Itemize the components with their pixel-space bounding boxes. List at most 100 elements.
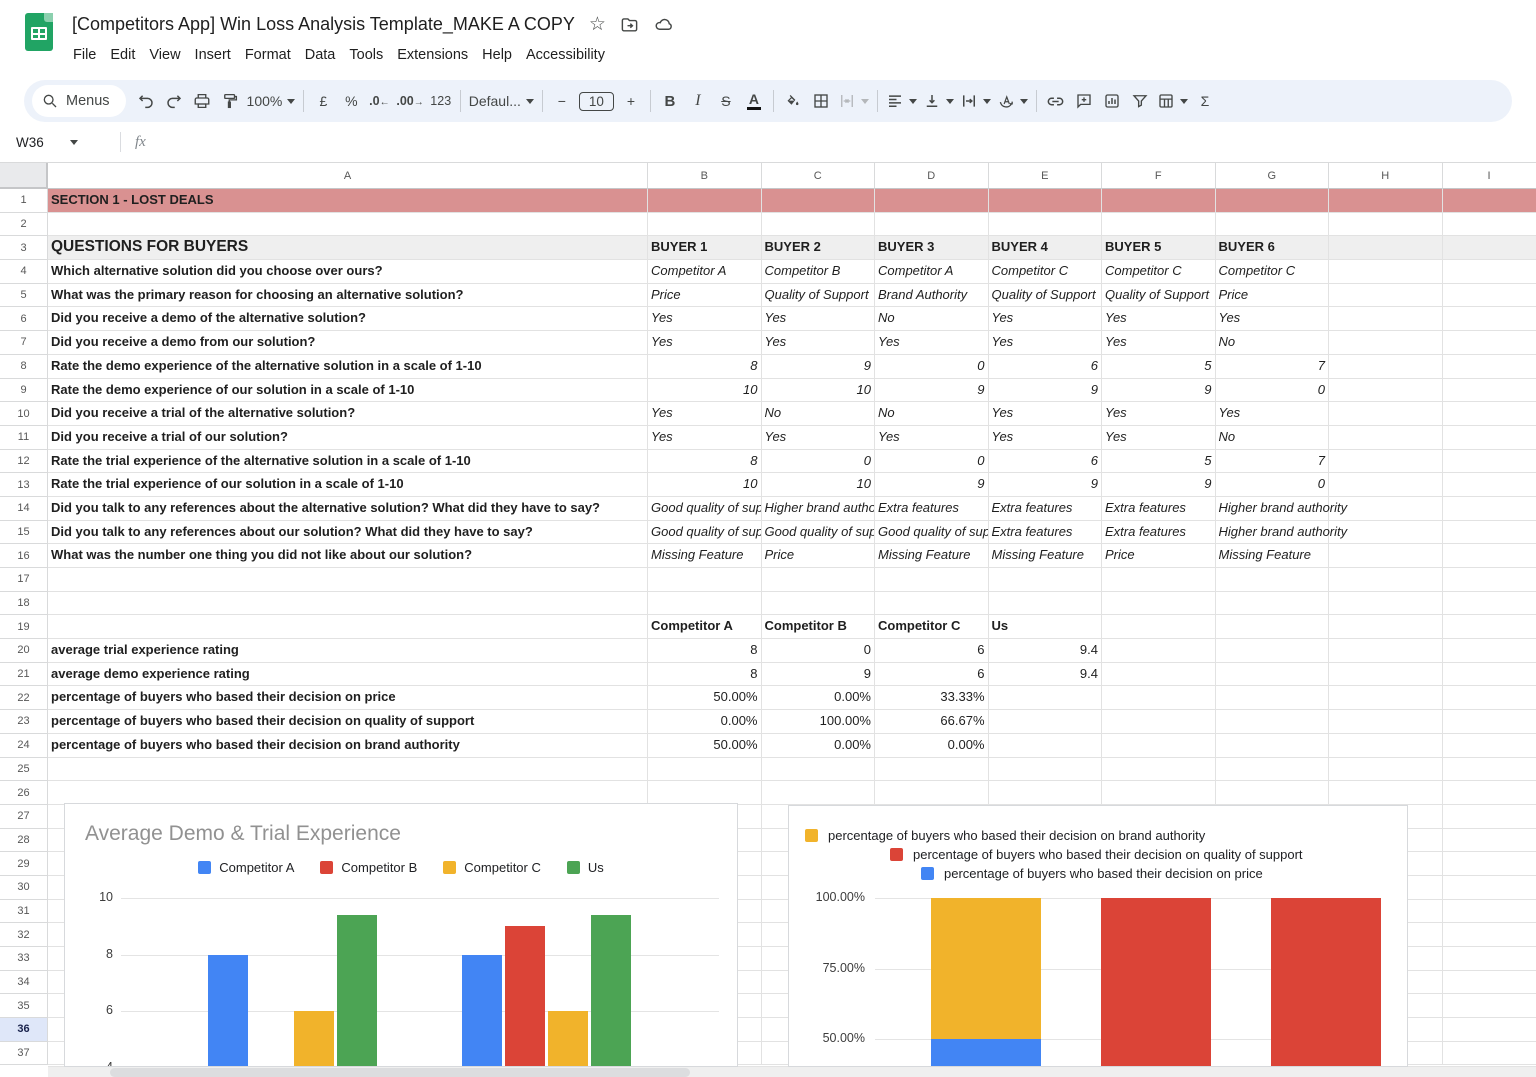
cell-E24[interactable] xyxy=(988,733,1102,758)
cell-C4[interactable]: Competitor B xyxy=(761,260,875,284)
cell-I14[interactable] xyxy=(1442,496,1536,521)
text-rotation-button[interactable] xyxy=(994,86,1031,116)
cell-F20[interactable] xyxy=(1102,639,1216,663)
cell-F5[interactable]: Quality of Support xyxy=(1102,283,1216,308)
cell-H9[interactable] xyxy=(1329,378,1443,403)
cell-C19[interactable]: Competitor B xyxy=(761,615,875,640)
cell-A23[interactable]: percentage of buyers who based their dec… xyxy=(48,710,648,734)
cell-E10[interactable]: Yes xyxy=(988,402,1102,426)
cell-A7[interactable]: Did you receive a demo from our solution… xyxy=(48,331,648,355)
cell-C7[interactable]: Yes xyxy=(761,331,875,355)
cell-F10[interactable]: Yes xyxy=(1102,402,1216,426)
cell-D19[interactable]: Competitor C xyxy=(875,615,989,640)
cell-C21[interactable]: 9 xyxy=(761,662,875,687)
italic-button[interactable]: I xyxy=(684,86,712,116)
row-header-29[interactable]: 29 xyxy=(0,852,48,876)
cell-I24[interactable] xyxy=(1442,733,1536,758)
cell-G4[interactable]: Competitor C xyxy=(1215,260,1329,284)
cell-E18[interactable] xyxy=(988,591,1102,616)
column-header-I[interactable]: I xyxy=(1442,163,1536,189)
cell-F9[interactable]: 9 xyxy=(1102,378,1216,403)
row-header-35[interactable]: 35 xyxy=(0,994,48,1019)
cell-C2[interactable] xyxy=(761,212,875,237)
cell-A26[interactable] xyxy=(48,781,648,805)
cell-G23[interactable] xyxy=(1215,710,1329,734)
cell-H6[interactable] xyxy=(1329,307,1443,332)
cell-I19[interactable] xyxy=(1442,615,1536,640)
cell-A9[interactable]: Rate the demo experience of our solution… xyxy=(48,378,648,403)
move-to-folder-icon[interactable] xyxy=(620,15,639,34)
cell-F13[interactable]: 9 xyxy=(1102,473,1216,497)
print-button[interactable] xyxy=(188,86,216,116)
cell-H5[interactable] xyxy=(1329,283,1443,308)
cell-I31[interactable] xyxy=(1442,899,1536,924)
cell-H19[interactable] xyxy=(1329,615,1443,640)
cell-E20[interactable]: 9.4 xyxy=(988,639,1102,663)
cell-B24[interactable]: 50.00% xyxy=(648,733,762,758)
cell-A14[interactable]: Did you talk to any references about the… xyxy=(48,496,648,521)
insert-chart-button[interactable] xyxy=(1098,86,1126,116)
cell-I26[interactable] xyxy=(1442,781,1536,805)
cell-C9[interactable]: 10 xyxy=(761,378,875,403)
cell-G22[interactable] xyxy=(1215,686,1329,711)
cell-B16[interactable]: Missing Feature xyxy=(648,544,762,568)
cell-B10[interactable]: Yes xyxy=(648,402,762,426)
cell-I4[interactable] xyxy=(1442,260,1536,284)
row-header-12[interactable]: 12 xyxy=(0,449,48,474)
cell-C18[interactable] xyxy=(761,591,875,616)
row-header-22[interactable]: 22 xyxy=(0,686,48,711)
horizontal-scrollbar-thumb[interactable] xyxy=(110,1068,690,1077)
column-header-H[interactable]: H xyxy=(1329,163,1443,189)
star-icon[interactable]: ☆ xyxy=(589,14,606,35)
row-header-27[interactable]: 27 xyxy=(0,804,48,829)
cell-G7[interactable]: No xyxy=(1215,331,1329,355)
cell-B13[interactable]: 10 xyxy=(648,473,762,497)
cell-B21[interactable]: 8 xyxy=(648,662,762,687)
cell-D20[interactable]: 6 xyxy=(875,639,989,663)
cell-C23[interactable]: 100.00% xyxy=(761,710,875,734)
cell-G26[interactable] xyxy=(1215,781,1329,805)
cell-I6[interactable] xyxy=(1442,307,1536,332)
fill-color-button[interactable] xyxy=(779,86,807,116)
column-header-D[interactable]: D xyxy=(875,163,989,189)
row-header-24[interactable]: 24 xyxy=(0,733,48,758)
cell-I9[interactable] xyxy=(1442,378,1536,403)
cell-I2[interactable] xyxy=(1442,212,1536,237)
document-title[interactable]: [Competitors App] Win Loss Analysis Temp… xyxy=(72,14,575,35)
cell-H16[interactable] xyxy=(1329,544,1443,568)
cell-B18[interactable] xyxy=(648,591,762,616)
cell-E23[interactable] xyxy=(988,710,1102,734)
menu-format[interactable]: Format xyxy=(238,44,298,66)
cell-D15[interactable]: Good quality of support xyxy=(875,520,989,545)
cell-E14[interactable]: Extra features xyxy=(988,496,1102,521)
name-box[interactable]: W36 xyxy=(0,135,112,150)
cell-A1[interactable]: SECTION 1 - LOST DEALS xyxy=(48,189,648,213)
cell-C5[interactable]: Quality of Support xyxy=(761,283,875,308)
cell-A19[interactable] xyxy=(48,615,648,640)
cell-I17[interactable] xyxy=(1442,568,1536,592)
cell-A13[interactable]: Rate the trial experience of our solutio… xyxy=(48,473,648,497)
cell-A8[interactable]: Rate the demo experience of the alternat… xyxy=(48,354,648,379)
cell-A18[interactable] xyxy=(48,591,648,616)
cell-F23[interactable] xyxy=(1102,710,1216,734)
column-header-F[interactable]: F xyxy=(1102,163,1216,189)
cell-H26[interactable] xyxy=(1329,781,1443,805)
cell-B2[interactable] xyxy=(648,212,762,237)
column-header-G[interactable]: G xyxy=(1215,163,1329,189)
cell-B20[interactable]: 8 xyxy=(648,639,762,663)
row-header-20[interactable]: 20 xyxy=(0,639,48,663)
cell-F4[interactable]: Competitor C xyxy=(1102,260,1216,284)
cell-E17[interactable] xyxy=(988,568,1102,592)
cell-E3[interactable]: BUYER 4 xyxy=(988,236,1102,261)
cell-I32[interactable] xyxy=(1442,923,1536,947)
cell-F15[interactable]: Extra features xyxy=(1102,520,1216,545)
menu-tools[interactable]: Tools xyxy=(342,44,390,66)
merge-cells-button[interactable] xyxy=(835,86,872,116)
menu-view[interactable]: View xyxy=(142,44,187,66)
row-header-14[interactable]: 14 xyxy=(0,496,48,521)
cell-B6[interactable]: Yes xyxy=(648,307,762,332)
cell-G16[interactable]: Missing Feature xyxy=(1215,544,1329,568)
strikethrough-button[interactable]: S xyxy=(712,86,740,116)
create-filter-button[interactable] xyxy=(1126,86,1154,116)
cell-C10[interactable]: No xyxy=(761,402,875,426)
